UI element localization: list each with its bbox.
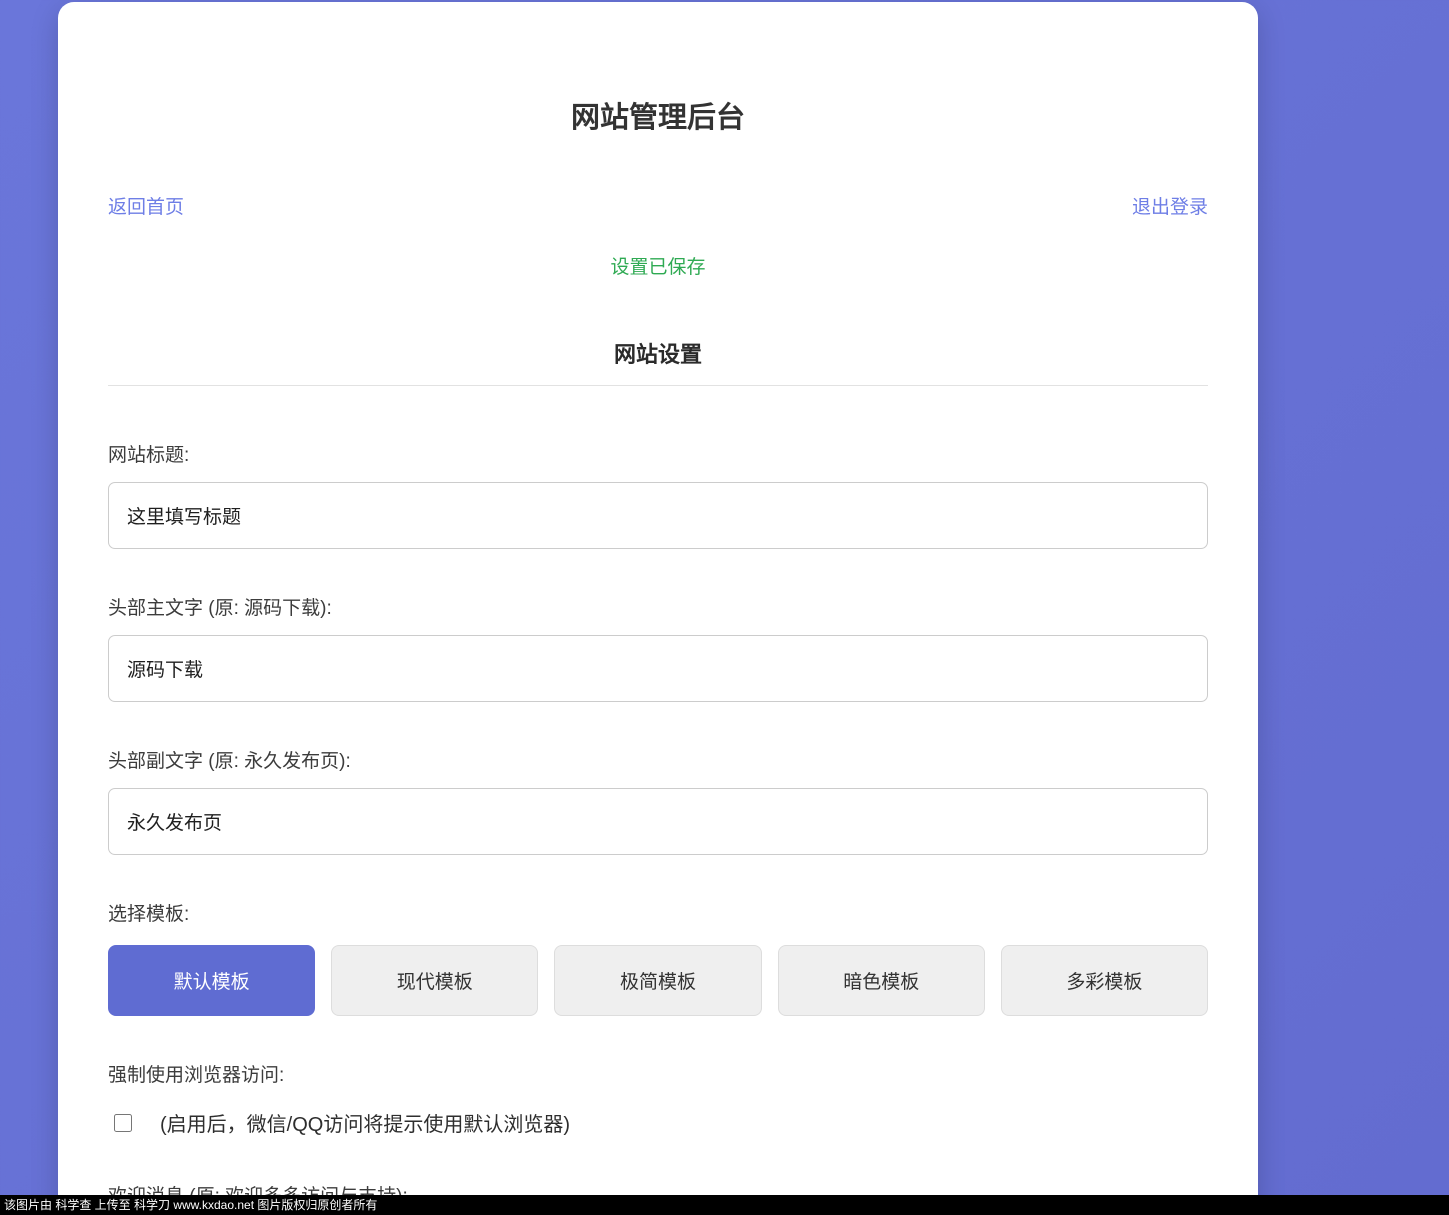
template-option-default[interactable]: 默认模板	[108, 945, 315, 1016]
header-sub-group: 头部副文字 (原: 永久发布页):	[108, 746, 1208, 855]
logout-link[interactable]: 退出登录	[1132, 192, 1208, 219]
template-option-minimal[interactable]: 极简模板	[554, 945, 761, 1016]
force-browser-row: (启用后，微信/QQ访问将提示使用默认浏览器)	[108, 1108, 1208, 1137]
site-title-label: 网站标题:	[108, 440, 1208, 467]
section-heading: 网站设置	[108, 337, 1208, 386]
header-sub-label: 头部副文字 (原: 永久发布页):	[108, 746, 1208, 773]
page-title: 网站管理后台	[108, 2, 1208, 136]
settings-saved-message: 设置已保存	[108, 252, 1208, 279]
header-main-label: 头部主文字 (原: 源码下载):	[108, 593, 1208, 620]
header-main-group: 头部主文字 (原: 源码下载):	[108, 593, 1208, 702]
header-main-input[interactable]	[108, 635, 1208, 702]
template-group: 选择模板: 默认模板 现代模板 极简模板 暗色模板 多彩模板	[108, 899, 1208, 1016]
nav-row: 返回首页 退出登录	[108, 192, 1208, 219]
template-option-modern[interactable]: 现代模板	[331, 945, 538, 1016]
force-browser-label: 强制使用浏览器访问:	[108, 1060, 1208, 1087]
template-label: 选择模板:	[108, 899, 1208, 926]
header-sub-input[interactable]	[108, 788, 1208, 855]
template-options-row: 默认模板 现代模板 极简模板 暗色模板 多彩模板	[108, 945, 1208, 1016]
template-option-dark[interactable]: 暗色模板	[778, 945, 985, 1016]
watermark-bar: 该图片由 科学查 上传至 科学刀 www.kxdao.net 图片版权归原创者所…	[0, 1195, 1449, 1215]
template-option-colorful[interactable]: 多彩模板	[1001, 945, 1208, 1016]
force-browser-hint: (启用后，微信/QQ访问将提示使用默认浏览器)	[160, 1108, 570, 1137]
site-title-group: 网站标题:	[108, 440, 1208, 549]
force-browser-checkbox[interactable]	[114, 1114, 132, 1132]
admin-panel-card: 网站管理后台 返回首页 退出登录 设置已保存 网站设置 网站标题: 头部主文字 …	[58, 2, 1258, 1215]
site-title-input[interactable]	[108, 482, 1208, 549]
back-home-link[interactable]: 返回首页	[108, 192, 184, 219]
force-browser-group: 强制使用浏览器访问: (启用后，微信/QQ访问将提示使用默认浏览器)	[108, 1060, 1208, 1137]
